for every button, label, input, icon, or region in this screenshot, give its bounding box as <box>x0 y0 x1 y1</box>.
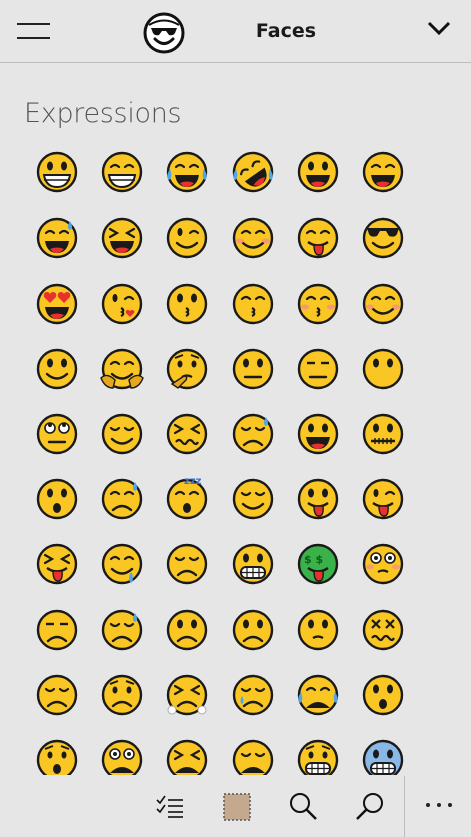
beaming-face-icon[interactable] <box>97 147 147 197</box>
grinning-face-icon[interactable] <box>32 147 82 197</box>
smiling-face-with-sunglasses-icon[interactable] <box>358 213 408 263</box>
kissing-face-closed-eyes-icon[interactable] <box>293 279 343 329</box>
weary-face-icon[interactable] <box>228 735 278 775</box>
svg-text:$ $: $ $ <box>304 553 323 566</box>
checklist-icon[interactable] <box>153 790 187 824</box>
search-icon[interactable] <box>286 790 320 824</box>
confounded-face-icon[interactable] <box>358 605 408 655</box>
frowning-open-mouth-icon[interactable] <box>32 735 82 775</box>
face-blowing-kiss-icon[interactable] <box>97 279 147 329</box>
drooling-face-icon[interactable] <box>97 539 147 589</box>
slightly-frowning-face-icon[interactable] <box>228 605 278 655</box>
zipper-mouth-face-icon[interactable] <box>358 409 408 459</box>
relieved-face-icon[interactable] <box>228 474 278 524</box>
grinning-face-big-eyes-icon[interactable] <box>293 147 343 197</box>
face-without-mouth-icon[interactable] <box>358 344 408 394</box>
unamused-face-icon[interactable] <box>162 539 212 589</box>
flushed-face-icon[interactable] <box>358 539 408 589</box>
confused-face-icon[interactable] <box>293 605 343 655</box>
face-with-steam-icon[interactable] <box>162 670 212 720</box>
hugging-face-icon[interactable] <box>97 344 147 394</box>
bottom-toolbar <box>0 776 471 837</box>
winking-face-icon[interactable] <box>162 213 212 263</box>
crying-face-icon[interactable] <box>228 670 278 720</box>
frowning-face-icon[interactable] <box>162 605 212 655</box>
grinning-face-smiling-eyes-icon[interactable] <box>358 147 408 197</box>
toolbar-divider <box>404 776 405 837</box>
neutral-face-icon[interactable] <box>228 344 278 394</box>
face-with-tears-of-joy-icon[interactable] <box>162 147 212 197</box>
downcast-face-with-sweat-icon[interactable] <box>97 605 147 655</box>
emoji-grid: Expressions zzz $ $ <box>0 0 471 775</box>
grinning-face-with-sweat-icon[interactable] <box>32 213 82 263</box>
kissing-face-smiling-eyes-icon[interactable] <box>228 279 278 329</box>
face-savoring-food-icon[interactable] <box>293 213 343 263</box>
face-with-tongue-icon[interactable] <box>293 474 343 524</box>
svg-text:zzz: zzz <box>184 476 202 487</box>
smirking-face-icon[interactable] <box>97 409 147 459</box>
grinning-squinting-face-icon[interactable] <box>97 213 147 263</box>
smiling-face-blush-icon[interactable] <box>228 213 278 263</box>
face-with-open-mouth-small-icon[interactable] <box>358 670 408 720</box>
face-with-rolling-eyes-icon[interactable] <box>32 409 82 459</box>
grimacing-teeth-face-icon[interactable] <box>293 735 343 775</box>
sleepy-face-icon[interactable] <box>97 474 147 524</box>
unamused-side-face-icon[interactable] <box>32 605 82 655</box>
section-title: Expressions <box>24 98 182 129</box>
face-with-open-mouth-icon[interactable] <box>293 409 343 459</box>
loudly-crying-face-icon[interactable] <box>293 670 343 720</box>
slightly-smiling-face-icon[interactable] <box>32 344 82 394</box>
winking-face-with-tongue-icon[interactable] <box>358 474 408 524</box>
smiling-face-heart-eyes-icon[interactable] <box>32 279 82 329</box>
stamp-icon[interactable] <box>220 790 254 824</box>
hushed-face-icon[interactable] <box>32 474 82 524</box>
kissing-face-icon[interactable] <box>162 279 212 329</box>
sleeping-face-icon[interactable]: zzz <box>162 474 212 524</box>
thinking-face-icon[interactable] <box>162 344 212 394</box>
smiling-face-icon[interactable] <box>358 279 408 329</box>
grimacing-face-icon[interactable] <box>228 539 278 589</box>
search-alt-icon[interactable] <box>353 790 387 824</box>
expressionless-face-icon[interactable] <box>293 344 343 394</box>
sad-relieved-face-icon[interactable] <box>228 409 278 459</box>
cold-face-icon[interactable] <box>358 735 408 775</box>
tired-face-icon[interactable] <box>162 735 212 775</box>
disappointed-face-icon[interactable] <box>32 670 82 720</box>
rolling-on-floor-laughing-icon[interactable] <box>228 147 278 197</box>
anguished-face-icon[interactable] <box>97 735 147 775</box>
persevering-face-icon[interactable] <box>162 409 212 459</box>
squinting-face-with-tongue-icon[interactable] <box>32 539 82 589</box>
worried-face-icon[interactable] <box>97 670 147 720</box>
more-dots-icon[interactable] <box>424 800 454 810</box>
money-mouth-face-icon[interactable]: $ $ <box>293 539 343 589</box>
